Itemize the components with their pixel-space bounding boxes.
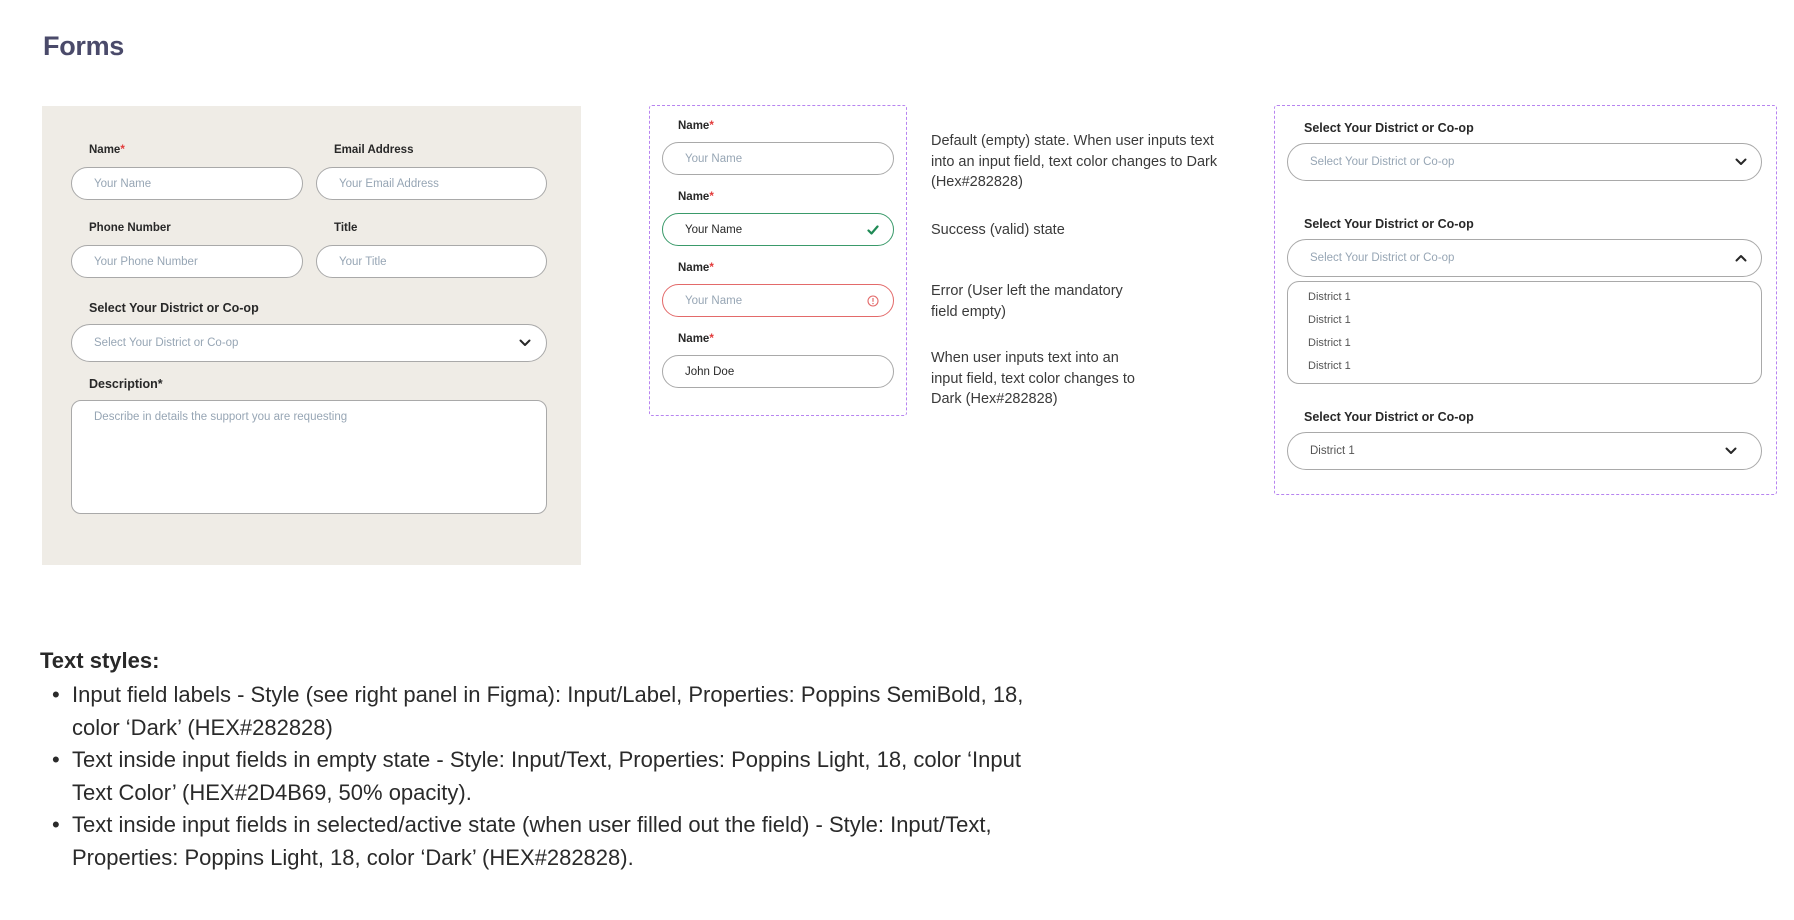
name-label-text: Name [89, 144, 121, 156]
contact-form-panel: Name* Your Name Email Address Your Email… [42, 106, 581, 565]
chevron-down-icon [1725, 447, 1737, 455]
text-style-desc: Text inside input fields in empty state … [72, 747, 1021, 805]
phone-label: Phone Number [89, 222, 171, 234]
required-mark: * [709, 120, 714, 132]
state-success-label: Name* [678, 191, 714, 203]
dropdown-placeholder: Select Your District or Co-op [1310, 156, 1455, 168]
district-placeholder: Select Your District or Co-op [94, 337, 239, 349]
description-label: Description* [89, 377, 163, 391]
dropdown-open[interactable]: Select Your District or Co-op [1287, 239, 1762, 277]
title-placeholder: Your Title [339, 255, 387, 268]
dropdown-value: District 1 [1310, 445, 1355, 457]
text-style-desc: Input field labels - Style (see right pa… [72, 682, 1024, 740]
dropdown-options-list: District 1 District 1 District 1 Distric… [1287, 281, 1762, 384]
label-text: Name [678, 262, 710, 274]
bullet: • [52, 682, 60, 707]
name-placeholder: Your Name [94, 177, 152, 190]
state-default-label: Name* [678, 120, 714, 132]
dropdown-option[interactable]: District 1 [1308, 337, 1351, 349]
text-styles-list: • Input field labels - Style (see right p… [48, 679, 1038, 874]
description-placeholder: Describe in details the support you are … [94, 411, 348, 423]
note-success-state: Success (valid) state [931, 222, 1065, 238]
state-filled-label: Name* [678, 333, 714, 345]
dropdown-option[interactable]: District 1 [1308, 291, 1351, 303]
district-label: Select Your District or Co-op [89, 301, 259, 315]
chevron-up-icon [1735, 254, 1747, 262]
dropdown-closed-label: Select Your District or Co-op [1304, 121, 1474, 135]
chevron-down-icon [519, 339, 531, 347]
chevron-down-icon [1735, 158, 1747, 166]
dropdown-selected-label: Select Your District or Co-op [1304, 410, 1474, 424]
text-style-item: • Text inside input fields in selected/ac… [48, 809, 1038, 874]
title-input[interactable]: Your Title [316, 245, 547, 278]
dropdown-option[interactable]: District 1 [1308, 314, 1351, 326]
email-label: Email Address [334, 144, 414, 156]
label-text: Name [678, 191, 710, 203]
name-label: Name* [89, 144, 125, 156]
dropdown-selected[interactable]: District 1 [1287, 432, 1762, 470]
note-filled-state: When user inputs text into an input fiel… [931, 350, 1135, 407]
dropdown-option[interactable]: District 1 [1308, 360, 1351, 372]
phone-input[interactable]: Your Phone Number [71, 245, 303, 278]
label-text: Name [678, 333, 710, 345]
input-states-panel: Name* Your Name Name* Your Name Name* Yo… [649, 105, 907, 416]
label-text: Name [678, 120, 710, 132]
page-title: Forms [43, 31, 125, 61]
required-mark: * [709, 333, 714, 345]
state-error-label: Name* [678, 262, 714, 274]
name-input-error[interactable]: Your Name [662, 284, 894, 317]
district-select[interactable]: Select Your District or Co-op [71, 324, 547, 362]
phone-placeholder: Your Phone Number [94, 255, 198, 268]
name-input-filled[interactable]: John Doe [662, 355, 894, 388]
text-style-item: • Input field labels - Style (see right p… [48, 679, 1038, 744]
input-value: John Doe [685, 365, 735, 378]
text-style-desc: Text inside input fields in selected/act… [72, 812, 992, 870]
required-mark: * [120, 144, 125, 156]
input-value: Your Name [685, 223, 743, 236]
note-default-state: Default (empty) state. When user inputs … [931, 133, 1218, 190]
name-input[interactable]: Your Name [71, 167, 303, 200]
text-style-item: • Text inside input fields in empty state… [48, 744, 1038, 809]
email-input[interactable]: Your Email Address [316, 167, 547, 200]
checkmark-icon [867, 224, 879, 235]
name-input-success[interactable]: Your Name [662, 213, 894, 246]
dropdown-closed[interactable]: Select Your District or Co-op [1287, 143, 1762, 181]
placeholder-text: Your Name [685, 152, 743, 165]
dropdown-states-panel: Select Your District or Co-op Select You… [1274, 105, 1777, 495]
description-textarea[interactable]: Describe in details the support you are … [71, 400, 547, 514]
note-error-state: Error (User left the mandatory field emp… [931, 283, 1123, 320]
bullet: • [52, 812, 60, 837]
bullet: • [52, 747, 60, 772]
required-mark: * [709, 262, 714, 274]
error-icon [867, 294, 879, 307]
email-placeholder: Your Email Address [339, 177, 439, 190]
dropdown-placeholder: Select Your District or Co-op [1310, 252, 1455, 264]
placeholder-text: Your Name [685, 294, 743, 307]
title-label: Title [334, 222, 358, 234]
required-mark: * [709, 191, 714, 203]
name-input-default[interactable]: Your Name [662, 142, 894, 175]
dropdown-open-label: Select Your District or Co-op [1304, 217, 1474, 231]
text-styles-heading: Text styles: [40, 648, 160, 673]
